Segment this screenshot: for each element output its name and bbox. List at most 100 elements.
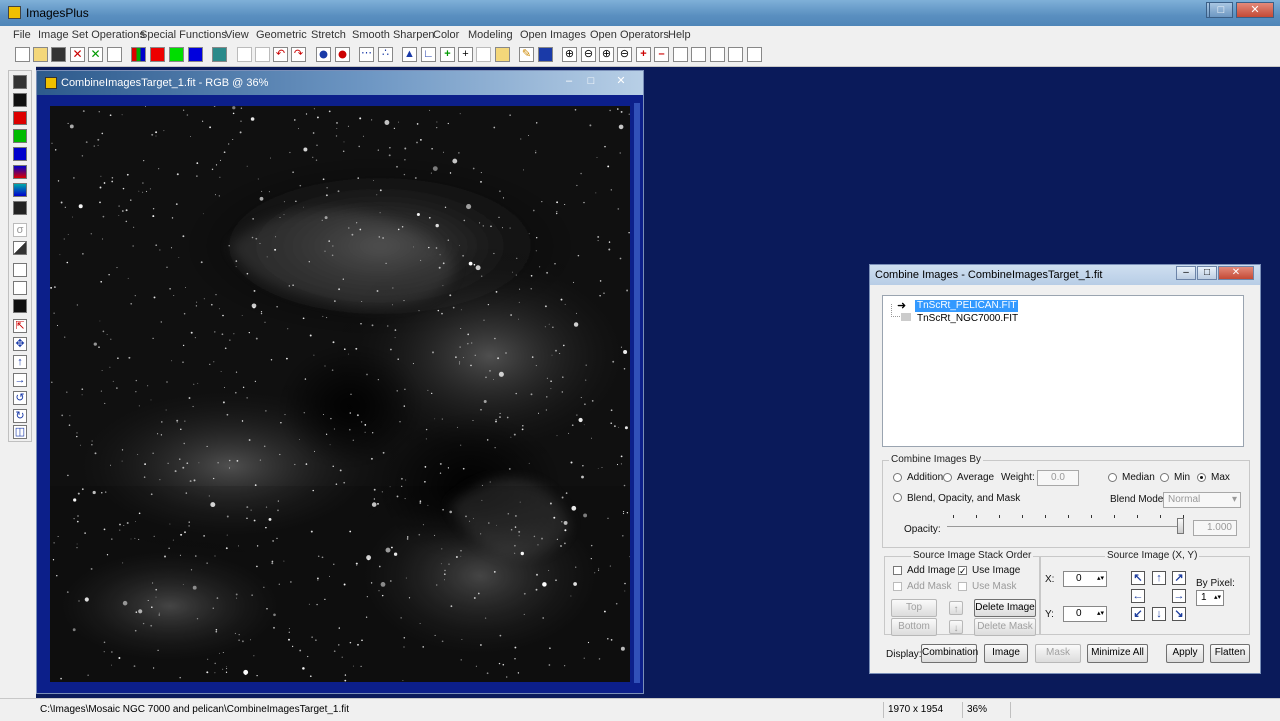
- arrow-up-tool-icon[interactable]: ↑: [13, 355, 27, 369]
- astro-image[interactable]: [50, 106, 630, 682]
- menu-geometric[interactable]: Geometric: [256, 27, 307, 43]
- rgb-icon[interactable]: [131, 47, 146, 62]
- weight-input[interactable]: 0.0: [1037, 470, 1079, 486]
- undo-all-icon[interactable]: ↶: [273, 47, 288, 62]
- crosshair-icon[interactable]: +: [440, 47, 455, 62]
- x-offset-input[interactable]: 0 ▴▾: [1063, 571, 1107, 587]
- zoom-in-icon[interactable]: ⊕: [562, 47, 577, 62]
- layer-tool-icon[interactable]: [13, 201, 27, 215]
- combination-button[interactable]: Combination: [921, 644, 978, 663]
- menu-open-images[interactable]: Open Images: [520, 27, 586, 43]
- gradient-icon[interactable]: [13, 241, 27, 255]
- undo-icon[interactable]: [237, 47, 252, 62]
- arrow-up-icon[interactable]: ↑: [1152, 571, 1166, 585]
- max-radio[interactable]: [1197, 473, 1206, 482]
- frame-tiny-icon[interactable]: [747, 47, 762, 62]
- rotate-right-icon[interactable]: ↻: [13, 409, 27, 423]
- use-mask-checkbox[interactable]: [958, 582, 967, 591]
- close-all-icon[interactable]: ✕: [88, 47, 103, 62]
- frame-large-icon[interactable]: [673, 47, 688, 62]
- dialog-close-icon[interactable]: ✕: [1218, 266, 1254, 280]
- black-tool-icon[interactable]: [13, 93, 27, 107]
- frame-small-icon[interactable]: [710, 47, 725, 62]
- dialog-minimize-icon[interactable]: –: [1176, 266, 1196, 280]
- bottom-button[interactable]: Bottom: [891, 618, 937, 636]
- maximize-icon[interactable]: □: [1209, 2, 1233, 18]
- move-up-icon[interactable]: ↑: [949, 601, 963, 615]
- by-pixel-input[interactable]: 1 ▴▾: [1196, 590, 1224, 606]
- save-tool-icon[interactable]: [13, 75, 27, 89]
- use-image-checkbox[interactable]: ✓: [958, 566, 967, 576]
- menu-special-functions[interactable]: Special Functions: [140, 27, 227, 43]
- source-image-tree[interactable]: ➜ TnScRt_PELICAN.FIT TnScRt_NGC7000.FIT: [882, 295, 1244, 447]
- image-minimize-icon[interactable]: –: [559, 74, 579, 89]
- select-box-icon[interactable]: [13, 263, 27, 277]
- arrow-right-icon[interactable]: →: [1172, 589, 1186, 603]
- dark-tool-icon[interactable]: [13, 299, 27, 313]
- image-button[interactable]: Image: [984, 644, 1028, 663]
- camera-icon[interactable]: [495, 47, 510, 62]
- red-tool-icon[interactable]: [13, 111, 27, 125]
- levels-icon[interactable]: [13, 281, 27, 295]
- frame-xsmall-icon[interactable]: [728, 47, 743, 62]
- green-channel-icon[interactable]: [169, 47, 184, 62]
- image-scrollbar[interactable]: [634, 103, 640, 683]
- menu-view[interactable]: View: [225, 27, 249, 43]
- dialog-maximize-icon[interactable]: □: [1197, 266, 1217, 280]
- close-icon[interactable]: ✕: [1236, 2, 1274, 18]
- plus-box-icon[interactable]: +: [636, 47, 651, 62]
- delete-image-button[interactable]: Delete Image: [974, 599, 1036, 617]
- opacity-value[interactable]: 1.000: [1193, 520, 1237, 536]
- histogram-icon[interactable]: ▲: [402, 47, 417, 62]
- image-close-icon[interactable]: ✕: [611, 74, 631, 89]
- cyan-tool-icon[interactable]: [13, 183, 27, 197]
- table-icon[interactable]: [476, 47, 491, 62]
- dots-horizontal-icon[interactable]: ⋯: [359, 47, 374, 62]
- arrow-up-right-icon[interactable]: ↗: [1172, 571, 1186, 585]
- move-icon[interactable]: ✥: [13, 337, 27, 351]
- average-radio[interactable]: [943, 473, 952, 482]
- arrow-down-left-icon[interactable]: ↙: [1131, 607, 1145, 621]
- mask-button[interactable]: Mask: [1035, 644, 1081, 663]
- close-image-icon[interactable]: ✕: [70, 47, 85, 62]
- channel-mix-icon[interactable]: [13, 165, 27, 179]
- pencil-icon[interactable]: ✎: [519, 47, 534, 62]
- blend-mode-select[interactable]: Normal ▾: [1163, 492, 1241, 508]
- rotate-left-icon[interactable]: ↺: [13, 391, 27, 405]
- y-offset-input[interactable]: 0 ▴▾: [1063, 606, 1107, 622]
- image-maximize-icon[interactable]: □: [581, 74, 601, 89]
- green-tool-icon[interactable]: [13, 129, 27, 143]
- grid-icon[interactable]: [212, 47, 227, 62]
- tree-item-pelican[interactable]: TnScRt_PELICAN.FIT: [915, 300, 1019, 312]
- minus-box-icon[interactable]: –: [654, 47, 669, 62]
- matrix-icon[interactable]: [538, 47, 553, 62]
- menu-file[interactable]: File: [13, 27, 31, 43]
- circle-select-icon[interactable]: [316, 47, 331, 62]
- add-image-checkbox[interactable]: [893, 566, 902, 575]
- blue-channel-icon[interactable]: [188, 47, 203, 62]
- opacity-slider-thumb[interactable]: [1177, 518, 1184, 534]
- image-window-titlebar[interactable]: CombineImagesTarget_1.fit - RGB @ 36% – …: [37, 71, 643, 95]
- zoom-out-icon[interactable]: ⊖: [581, 47, 596, 62]
- copy-tool-icon[interactable]: ◫: [13, 425, 27, 439]
- top-button[interactable]: Top: [891, 599, 937, 617]
- blend-radio[interactable]: [893, 493, 902, 502]
- open-folder-icon[interactable]: [33, 47, 48, 62]
- zoom-actual-icon[interactable]: ⊖: [617, 47, 632, 62]
- apply-button[interactable]: Apply: [1166, 644, 1204, 663]
- arrow-right-tool-icon[interactable]: →: [13, 373, 27, 387]
- minimize-all-button[interactable]: Minimize All: [1087, 644, 1148, 663]
- new-file-icon[interactable]: [15, 47, 30, 62]
- sigma-icon[interactable]: σ: [13, 223, 27, 237]
- menu-modeling[interactable]: Modeling: [468, 27, 513, 43]
- dialog-titlebar[interactable]: Combine Images - CombineImagesTarget_1.f…: [870, 265, 1260, 285]
- zoom-fit-icon[interactable]: ⊕: [599, 47, 614, 62]
- print-icon[interactable]: [107, 47, 122, 62]
- redo-all-icon[interactable]: ↷: [291, 47, 306, 62]
- opacity-slider-track[interactable]: [947, 526, 1183, 527]
- crop-icon[interactable]: ⇱: [13, 319, 27, 333]
- menu-color[interactable]: Color: [433, 27, 459, 43]
- addition-radio[interactable]: [893, 473, 902, 482]
- add-mask-checkbox[interactable]: [893, 582, 902, 591]
- dots-grid-icon[interactable]: ∴: [378, 47, 393, 62]
